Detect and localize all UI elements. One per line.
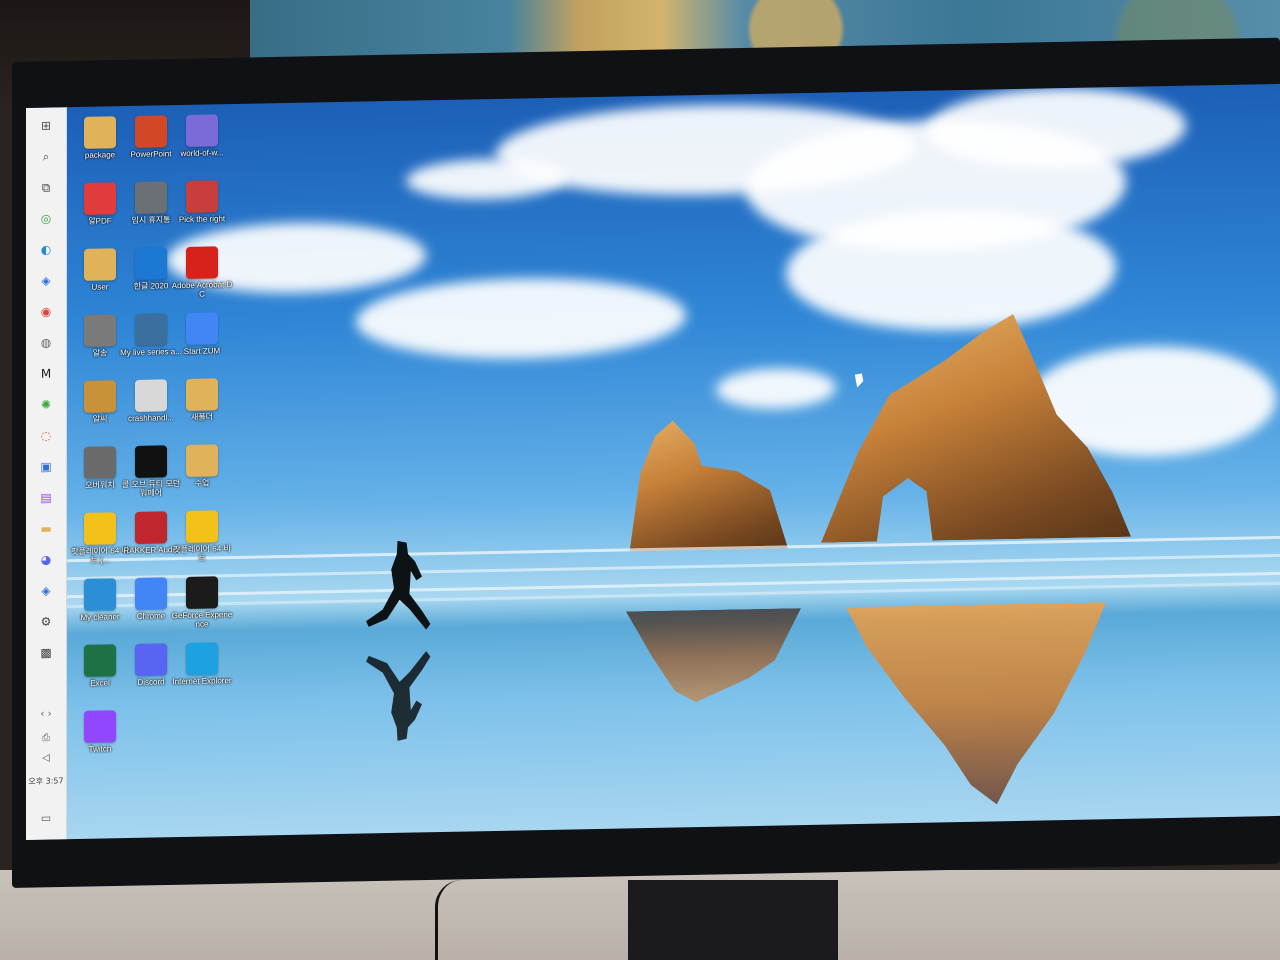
desktop-shortcut-label: Adobe Acrobat DC [171, 280, 233, 299]
runner-reflection [366, 645, 436, 741]
desktop-shortcut[interactable]: Internet Explorer [171, 642, 233, 707]
overwatch-icon[interactable]: ◍ [36, 332, 56, 352]
desktop-shortcut-label: Internet Explorer [172, 676, 232, 687]
twitch-icon[interactable]: ▤ [36, 487, 56, 507]
mw-icon[interactable]: M [36, 363, 56, 383]
war-thunder-icon[interactable]: ▩ [36, 642, 56, 662]
desktop-shortcut-label: 팟플레이어 64 비트 [173, 544, 231, 563]
discord-icon[interactable]: ◕ [36, 549, 56, 569]
folder-icon [186, 378, 218, 411]
mouse-cursor [854, 373, 865, 388]
potplayer-icon [84, 512, 116, 545]
ie-icon [186, 642, 218, 675]
desktop-shortcut[interactable]: Pick the right [171, 180, 233, 245]
app-blue-icon[interactable]: ◈ [36, 270, 56, 290]
file-icon [135, 379, 167, 412]
rock-reflection-small [626, 608, 801, 726]
settings-icon[interactable]: ⚙ [36, 611, 56, 631]
browser-shield-icon [186, 114, 218, 147]
search-icon[interactable]: ⌕ [36, 146, 56, 166]
start-icon[interactable]: ⊞ [36, 115, 56, 135]
desktop-shortcut-label: 수업 [194, 478, 210, 488]
system-tray-toggle[interactable]: ‹ › [36, 703, 56, 723]
hangul-icon [135, 247, 167, 280]
acrobat-icon [186, 246, 218, 279]
desktop-shortcut-label: 새폴더 [190, 412, 214, 422]
monitor-stand [628, 880, 838, 960]
desktop-shortcut-label: world-of-w... [180, 148, 224, 159]
task-view-icon[interactable]: ⧉ [36, 177, 56, 197]
overwatch-icon [84, 446, 116, 479]
chrome-icon[interactable]: ◉ [36, 301, 56, 321]
alsee-icon [84, 380, 116, 413]
volume-icon[interactable]: ◁ [36, 747, 56, 767]
clock[interactable]: 오후 3:57 [28, 775, 64, 787]
rock-reflection-arch [846, 602, 1106, 807]
notification-icon[interactable]: ▭ [36, 807, 56, 827]
desktop-shortcut[interactable]: 새폴더 [171, 378, 233, 443]
desktop-shortcut-label: GeForce Experience [171, 610, 233, 629]
rakker-audio-icon [135, 511, 167, 544]
alsong-icon [84, 314, 116, 347]
twitch-icon [84, 710, 116, 743]
alpdf-icon [84, 182, 116, 215]
window-icon[interactable]: ▣ [36, 456, 56, 476]
user-folder-icon [84, 248, 116, 281]
powerpoint-icon [135, 115, 167, 148]
app-green-icon[interactable]: ◎ [36, 208, 56, 228]
desktop-shortcut-label: Start ZUM [183, 346, 221, 356]
chrome-icon [135, 577, 167, 610]
browser-shield-icon[interactable]: ◌ [36, 425, 56, 445]
razer-icon[interactable]: ✺ [36, 394, 56, 414]
recycle-bin-icon [135, 181, 167, 214]
desktop-shortcut[interactable]: world-of-w... [171, 114, 233, 179]
video-icon [135, 313, 167, 346]
game-shortcut-icon [186, 180, 218, 213]
excel-icon [84, 644, 116, 677]
desktop-shortcut-label: Pick the right [178, 214, 226, 225]
folder-icon [84, 116, 116, 149]
desktop-shortcut[interactable]: 수업 [171, 444, 233, 509]
discord-icon [135, 643, 167, 676]
desktop-shortcut[interactable]: GeForce Experience [171, 576, 233, 641]
desktop-shortcut[interactable]: Start ZUM [171, 312, 233, 377]
desktop-shortcut-label: Twitch [88, 744, 112, 754]
rock-formation-small [608, 418, 788, 551]
potplayer-icon [186, 510, 218, 543]
file-explorer-icon[interactable]: ▬ [36, 518, 56, 538]
broom-icon [84, 578, 116, 611]
edge-icon[interactable]: ◐ [36, 239, 56, 259]
mw-icon [135, 445, 167, 478]
chrome-icon [186, 312, 218, 345]
network-icon[interactable]: ⎙ [36, 727, 56, 747]
geforce-icon [186, 576, 218, 609]
desktop-screen: 오후 3:57 ‹ › ⎙ ◁ ▭ ⊞ ⌕ ⧉ ◎ ◐ ◈ ◉ ◍ M ✺ ◌ ▣ ▤ ▬ ◕ ◈ ⚙ ▩ pac… [26, 83, 1280, 840]
desktop-shortcut[interactable]: Adobe Acrobat DC [171, 246, 233, 311]
desktop-shortcut[interactable]: Twitch [69, 710, 131, 775]
folder-icon [186, 444, 218, 477]
app-blue2-icon[interactable]: ◈ [36, 580, 56, 600]
monitor-cable [435, 880, 462, 960]
desktop-shortcut[interactable]: 팟플레이어 64 비트 [171, 510, 233, 575]
taskbar: 오후 3:57 ‹ › ⎙ ◁ ▭ ⊞ ⌕ ⧉ ◎ ◐ ◈ ◉ ◍ M ✺ ◌ ▣ ▤ ▬ ◕ ◈ ⚙ ▩ [26, 107, 67, 840]
